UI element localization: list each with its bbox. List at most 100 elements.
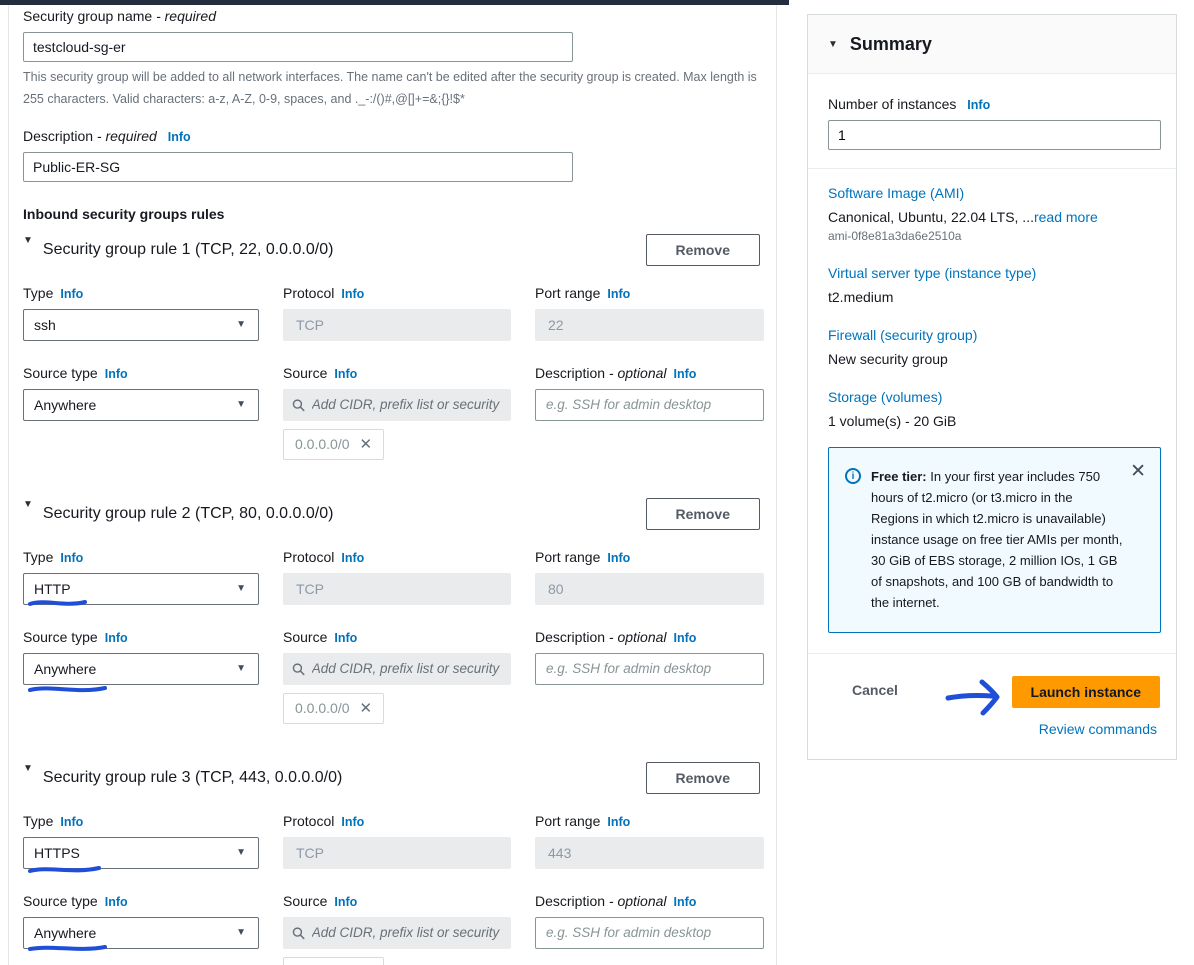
- rule-3-description-input[interactable]: [535, 917, 764, 949]
- sg-name-label: Security group name: [23, 8, 152, 24]
- ami-id: ami-0f8e81a3da6e2510a: [828, 229, 1159, 243]
- port-range-info-link[interactable]: Info: [607, 551, 630, 565]
- rule-3-header: ▼ Security group rule 3 (TCP, 443, 0.0.0…: [23, 762, 761, 794]
- instances-input[interactable]: [828, 120, 1161, 150]
- sg-name-label-row: Security group name - required: [23, 8, 761, 24]
- source-info-link[interactable]: Info: [334, 367, 357, 381]
- protocol-info-link[interactable]: Info: [341, 551, 364, 565]
- rule-1-source-search[interactable]: [283, 389, 511, 421]
- chevron-down-icon: ▼: [236, 663, 246, 674]
- type-info-link[interactable]: Info: [60, 551, 83, 565]
- source-type-info-link[interactable]: Info: [105, 367, 128, 381]
- chevron-down-icon: ▼: [236, 399, 246, 410]
- collapse-caret-icon[interactable]: ▼: [828, 34, 838, 50]
- chip-dismiss-icon[interactable]: ✕: [360, 435, 373, 453]
- rule-2-source-type-value: Anywhere: [34, 661, 96, 677]
- type-info-link[interactable]: Info: [60, 287, 83, 301]
- description-required: - required: [97, 128, 157, 144]
- rule-2-title: Security group rule 2 (TCP, 80, 0.0.0.0/…: [43, 505, 334, 523]
- rule-1-type-select[interactable]: ssh ▼: [23, 309, 259, 341]
- chip-dismiss-icon[interactable]: ✕: [360, 699, 373, 717]
- source-type-label: Source type: [23, 893, 98, 909]
- source-type-label: Source type: [23, 365, 98, 381]
- description-input[interactable]: [23, 152, 573, 182]
- divider: [808, 168, 1176, 169]
- rule-3-type-select[interactable]: HTTPS ▼: [23, 837, 259, 869]
- source-label: Source: [283, 893, 327, 909]
- source-info-link[interactable]: Info: [334, 631, 357, 645]
- rule-2-cidr-chip: 0.0.0.0/0 ✕: [283, 693, 384, 724]
- rule-1-remove-button[interactable]: Remove: [646, 234, 760, 266]
- instance-type-section-link[interactable]: Virtual server type (instance type): [828, 265, 1159, 281]
- protocol-label: Protocol: [283, 813, 334, 829]
- source-type-info-link[interactable]: Info: [105, 895, 128, 909]
- rule-3-remove-button[interactable]: Remove: [646, 762, 760, 794]
- rule-1-description-input[interactable]: [535, 389, 764, 421]
- protocol-info-link[interactable]: Info: [341, 815, 364, 829]
- rule-2-type-select[interactable]: HTTP ▼: [23, 573, 259, 605]
- summary-section-instance-type: Virtual server type (instance type) t2.m…: [828, 265, 1159, 305]
- source-type-info-link[interactable]: Info: [105, 631, 128, 645]
- launch-instance-button[interactable]: Launch instance: [1012, 676, 1160, 708]
- rule-1-cidr-chip: 0.0.0.0/0 ✕: [283, 429, 384, 460]
- summary-section-ami: Software Image (AMI) Canonical, Ubuntu, …: [828, 185, 1159, 243]
- storage-value: 1 volume(s) - 20 GiB: [828, 413, 1159, 429]
- read-more-link[interactable]: read more: [1034, 209, 1098, 225]
- search-icon: [292, 926, 305, 940]
- rule-3-type-value: HTTPS: [34, 845, 80, 861]
- summary-footer: Cancel Launch instance Review commands: [808, 653, 1176, 759]
- rule-3-source-input[interactable]: [312, 925, 502, 940]
- collapse-caret-icon[interactable]: ▼: [23, 498, 33, 510]
- rule-2-remove-button[interactable]: Remove: [646, 498, 760, 530]
- rule-2-source-search[interactable]: [283, 653, 511, 685]
- rule-1-port-field: 22: [535, 309, 764, 341]
- inbound-rules-heading: Inbound security groups rules: [23, 206, 761, 222]
- rule-2-source-input[interactable]: [312, 661, 502, 676]
- cancel-button[interactable]: Cancel: [852, 682, 898, 698]
- storage-section-link[interactable]: Storage (volumes): [828, 389, 1159, 405]
- ami-section-link[interactable]: Software Image (AMI): [828, 185, 1159, 201]
- type-info-link[interactable]: Info: [60, 815, 83, 829]
- type-label: Type: [23, 813, 53, 829]
- firewall-value: New security group: [828, 351, 1159, 367]
- instances-label: Number of instances: [828, 96, 956, 112]
- sg-name-input[interactable]: [23, 32, 573, 62]
- review-commands-link[interactable]: Review commands: [1039, 721, 1157, 737]
- firewall-section-link[interactable]: Firewall (security group): [828, 327, 1159, 343]
- security-group-rule-3: ▼ Security group rule 3 (TCP, 443, 0.0.0…: [23, 762, 761, 965]
- rule-3-port-field: 443: [535, 837, 764, 869]
- rule-1-source-type-select[interactable]: Anywhere ▼: [23, 389, 259, 421]
- port-range-info-link[interactable]: Info: [607, 815, 630, 829]
- source-type-label: Source type: [23, 629, 98, 645]
- protocol-info-link[interactable]: Info: [341, 287, 364, 301]
- instances-info-link[interactable]: Info: [967, 98, 990, 112]
- collapse-caret-icon[interactable]: ▼: [23, 762, 33, 774]
- security-group-rule-1: ▼ Security group rule 1 (TCP, 22, 0.0.0.…: [23, 234, 761, 460]
- search-icon: [292, 662, 305, 676]
- cidr-chip-label: 0.0.0.0/0: [295, 436, 350, 452]
- rule-3-source-search[interactable]: [283, 917, 511, 949]
- rule-3-protocol-field: TCP: [283, 837, 511, 869]
- rule-description-info-link[interactable]: Info: [674, 367, 697, 381]
- rule-description-info-link[interactable]: Info: [674, 895, 697, 909]
- port-range-label: Port range: [535, 813, 600, 829]
- rule-description-info-link[interactable]: Info: [674, 631, 697, 645]
- annotation-underline: [27, 942, 109, 954]
- summary-section-firewall: Firewall (security group) New security g…: [828, 327, 1159, 367]
- rule-1-source-input[interactable]: [312, 397, 502, 412]
- source-info-link[interactable]: Info: [334, 895, 357, 909]
- rule-3-source-type-select[interactable]: Anywhere ▼: [23, 917, 259, 949]
- collapse-caret-icon[interactable]: ▼: [23, 234, 33, 246]
- security-group-rule-2: ▼ Security group rule 2 (TCP, 80, 0.0.0.…: [23, 498, 761, 724]
- annotation-underline: [27, 682, 109, 696]
- close-icon[interactable]: ✕: [1130, 462, 1146, 481]
- rule-1-header: ▼ Security group rule 1 (TCP, 22, 0.0.0.…: [23, 234, 761, 266]
- info-circle-icon: i: [845, 468, 861, 484]
- description-info-link[interactable]: Info: [168, 130, 191, 144]
- free-tier-alert: i Free tier: In your first year includes…: [828, 447, 1161, 633]
- rule-2-description-input[interactable]: [535, 653, 764, 685]
- port-range-label: Port range: [535, 549, 600, 565]
- port-range-info-link[interactable]: Info: [607, 287, 630, 301]
- rule-2-source-type-select[interactable]: Anywhere ▼: [23, 653, 259, 685]
- summary-header[interactable]: ▼ Summary: [808, 15, 1176, 74]
